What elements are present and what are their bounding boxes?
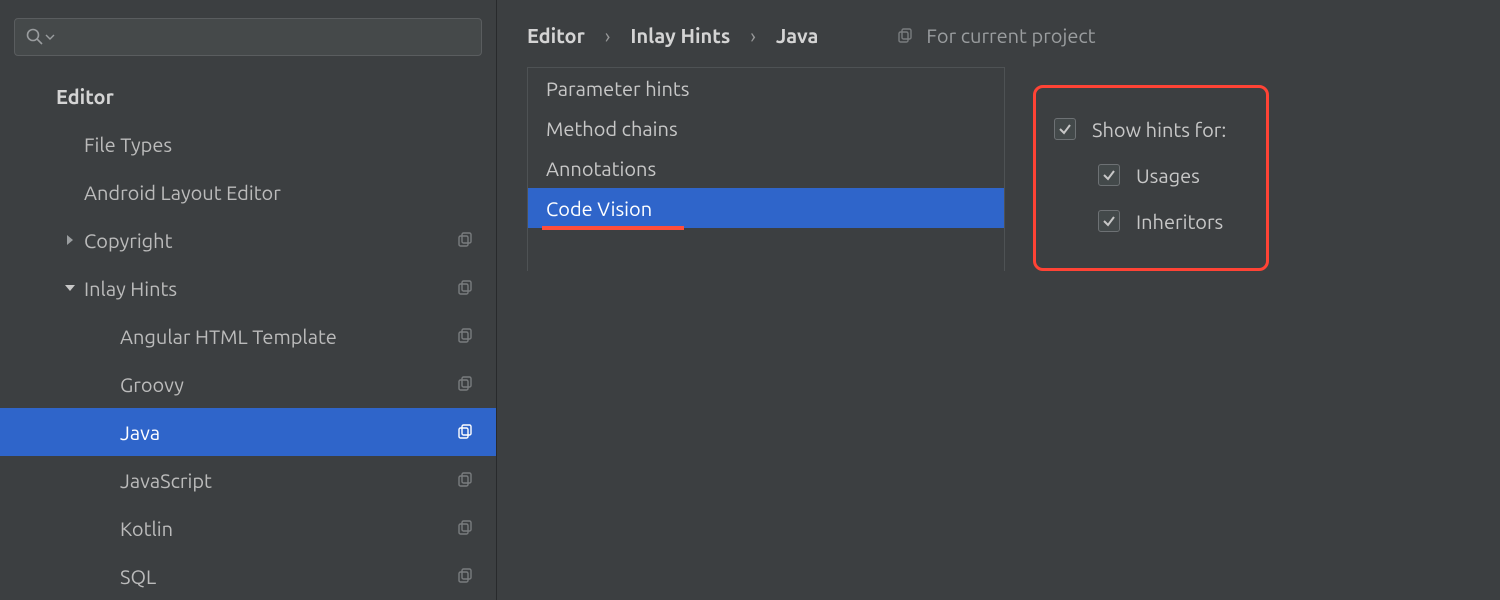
inheritors-checkbox-row[interactable]: Inheritors <box>1054 198 1226 244</box>
checkbox-icon[interactable] <box>1098 164 1120 186</box>
tree-item-label: Inlay Hints <box>84 277 454 300</box>
breadcrumb-item[interactable]: Editor <box>527 24 585 47</box>
project-scope-icon <box>454 325 476 347</box>
chevron-down-icon <box>45 32 55 42</box>
inheritors-label: Inheritors <box>1136 210 1223 233</box>
list-item-label: Annotations <box>546 157 656 180</box>
project-scope-icon <box>454 517 476 539</box>
tree-item-copyright[interactable]: Copyright <box>0 216 496 264</box>
breadcrumb-separator-icon: › <box>605 24 611 47</box>
usages-checkbox-row[interactable]: Usages <box>1054 152 1226 198</box>
project-scope-icon <box>454 373 476 395</box>
panel-header: Editor › Inlay Hints › Java For current … <box>497 0 1500 67</box>
tree-item-sql[interactable]: SQL <box>0 552 496 600</box>
tree-item-label: Angular HTML Template <box>120 325 454 348</box>
tree-item-java[interactable]: Java <box>0 408 496 456</box>
project-scope-icon <box>454 469 476 491</box>
chevron-down-icon <box>64 282 76 294</box>
search-icon <box>25 27 45 47</box>
settings-tree: Editor File Types Android Layout Editor … <box>0 66 496 600</box>
tree-item-label: File Types <box>84 133 476 156</box>
show-hints-label: Show hints for: <box>1092 118 1226 141</box>
list-item-label: Code Vision <box>546 197 652 220</box>
checkbox-icon[interactable] <box>1098 210 1120 232</box>
breadcrumb: Editor › Inlay Hints › Java <box>527 24 818 47</box>
tree-item-label: Android Layout Editor <box>84 181 476 204</box>
search-box[interactable] <box>14 18 482 56</box>
list-item-label: Parameter hints <box>546 77 689 100</box>
options-pane: Show hints for: Usages Inheritors <box>1005 67 1500 271</box>
hint-kind-method-chains[interactable]: Method chains <box>528 108 1004 148</box>
breadcrumb-item[interactable]: Inlay Hints <box>630 24 730 47</box>
list-item-label: Method chains <box>546 117 678 140</box>
tree-item-android-layout-editor[interactable]: Android Layout Editor <box>0 168 496 216</box>
settings-sidebar: Editor File Types Android Layout Editor … <box>0 0 497 600</box>
project-scope-icon <box>894 25 916 47</box>
project-scope-icon <box>454 277 476 299</box>
tree-item-label: Java <box>120 421 454 444</box>
project-scope-icon <box>454 229 476 251</box>
tree-heading-label: Editor <box>56 85 476 108</box>
hint-kind-code-vision[interactable]: Code Vision <box>528 188 1004 228</box>
hint-kind-parameter-hints[interactable]: Parameter hints <box>528 68 1004 108</box>
tree-item-kotlin[interactable]: Kotlin <box>0 504 496 552</box>
show-hints-checkbox-row[interactable]: Show hints for: <box>1054 106 1226 152</box>
options-highlight-box: Show hints for: Usages Inheritors <box>1033 85 1269 271</box>
breadcrumb-separator-icon: › <box>750 24 756 47</box>
search-input[interactable] <box>61 27 471 48</box>
usages-label: Usages <box>1136 164 1200 187</box>
tree-item-label: Groovy <box>120 373 454 396</box>
tree-heading-editor[interactable]: Editor <box>0 72 496 120</box>
chevron-right-icon <box>64 234 76 246</box>
settings-panel: Editor › Inlay Hints › Java For current … <box>497 0 1500 600</box>
project-scope-icon <box>454 421 476 443</box>
tree-item-inlay-hints[interactable]: Inlay Hints <box>0 264 496 312</box>
tree-item-label: Copyright <box>84 229 454 252</box>
checkbox-icon[interactable] <box>1054 118 1076 140</box>
tree-item-label: SQL <box>120 565 454 588</box>
hint-kind-list: Parameter hints Method chains Annotation… <box>527 67 1005 271</box>
tree-item-label: JavaScript <box>120 469 454 492</box>
breadcrumb-item[interactable]: Java <box>776 24 818 47</box>
tree-item-label: Kotlin <box>120 517 454 540</box>
tree-item-file-types[interactable]: File Types <box>0 120 496 168</box>
tree-item-javascript[interactable]: JavaScript <box>0 456 496 504</box>
tree-item-groovy[interactable]: Groovy <box>0 360 496 408</box>
hint-kind-annotations[interactable]: Annotations <box>528 148 1004 188</box>
scope-note-label: For current project <box>926 24 1095 47</box>
project-scope-icon <box>454 565 476 587</box>
search-wrap <box>0 0 496 66</box>
panel-body: Parameter hints Method chains Annotation… <box>497 67 1500 271</box>
scope-note: For current project <box>894 24 1095 47</box>
tree-item-angular-html-template[interactable]: Angular HTML Template <box>0 312 496 360</box>
